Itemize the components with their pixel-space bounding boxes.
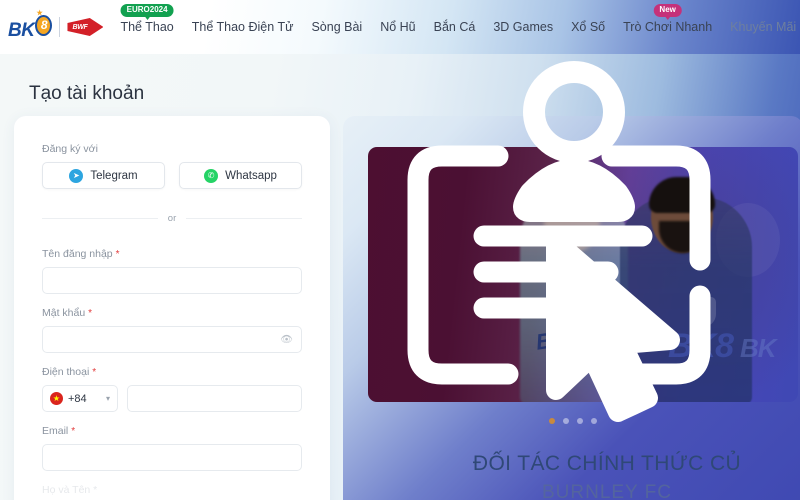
nav-item-no-hu[interactable]: Nổ Hũ <box>371 14 424 40</box>
or-separator: or <box>42 213 303 224</box>
registration-form-card: Đăng ký với ➤ Telegram ✆ Whatsapp or Tên… <box>14 116 330 500</box>
password-input[interactable]: 👁 <box>42 326 302 353</box>
carousel-dot-4[interactable] <box>591 418 597 424</box>
username-field-group: Tên đăng nhập * <box>42 248 302 294</box>
nav-item-xo-so[interactable]: Xổ Số <box>562 14 614 40</box>
carousel-dot-2[interactable] <box>563 418 569 424</box>
nav-item-tro-choi-nhanh[interactable]: New Trò Chơi Nhanh <box>614 4 721 40</box>
required-asterisk: * <box>93 484 98 496</box>
backdrop-brand-text-2: BK <box>740 333 777 363</box>
vietnam-flag-icon: ★ <box>50 392 63 405</box>
carousel-dot-3[interactable] <box>577 418 583 424</box>
promo-headline: ĐỐI TÁC CHÍNH THỨC CỦ <box>472 452 742 475</box>
whatsapp-signup-button[interactable]: ✆ Whatsapp <box>179 162 302 189</box>
club-crest-icon <box>690 297 716 327</box>
telegram-icon: ➤ <box>69 168 84 183</box>
promo-panel: BK8 BK8 BK ĐỐI TÁC CHÍNH THỨC CỦ BURNLEY… <box>343 116 800 500</box>
email-field-group: Email * <box>42 425 302 471</box>
phone-label: Điện thoại * <box>42 366 302 378</box>
username-input[interactable] <box>42 267 302 294</box>
backdrop-brand-text-1: BK8 <box>668 327 734 365</box>
bk8-logo-badge: 8 ★ <box>35 10 53 36</box>
chevron-down-icon: ▾ <box>105 394 110 403</box>
nav-items: EURO2024 Thể Thao Thể Thao Điện Tử Sòng … <box>111 4 800 40</box>
telegram-signup-button[interactable]: ➤ Telegram <box>42 162 165 189</box>
bk8-logo[interactable]: BK 8 ★ <box>8 10 53 41</box>
username-label-text: Tên đăng nhập <box>42 248 113 260</box>
email-label: Email * <box>42 425 302 437</box>
nav-item-the-thao-dien-tu[interactable]: Thể Thao Điện Tử <box>183 14 303 40</box>
eye-off-icon[interactable]: 👁 <box>280 334 293 345</box>
nav-label: Khuyến Mãi <box>730 20 797 34</box>
page-title: Tạo tài khoản <box>29 83 145 104</box>
crown-icon: ★ <box>36 9 43 17</box>
phone-number-input[interactable] <box>127 385 302 412</box>
phone-field-group: Điện thoại * ★ +84 ▾ <box>42 366 302 412</box>
badge-euro2024: EURO2024 <box>120 4 174 17</box>
app-root: BK 8 ★ BWF EURO2024 Thể Thao Thể Thao Điệ… <box>0 0 800 500</box>
nav-label: Nổ Hũ <box>380 20 416 34</box>
brand-zone: BK 8 ★ BWF <box>0 10 104 41</box>
nav-label: Sòng Bài <box>311 20 363 34</box>
fullname-label-text: Họ và Tên <box>42 484 91 496</box>
password-label-text: Mật khẩu <box>42 307 86 319</box>
promo-banner-image[interactable]: BK8 BK8 BK <box>368 147 798 402</box>
nav-label: Bắn Cá <box>433 20 476 34</box>
required-asterisk: * <box>71 426 76 437</box>
country-code-select[interactable]: ★ +84 ▾ <box>42 385 118 412</box>
nav-label: 3D Games <box>493 20 554 34</box>
carousel-dot-1[interactable] <box>549 418 555 424</box>
nav-item-ban-ca[interactable]: Bắn Cá <box>425 14 485 40</box>
nav-item-3d-games[interactable]: 3D Games <box>484 14 562 40</box>
bk8-logo-text: BK <box>8 19 35 41</box>
promo-subheadline: BURNLEY FC <box>541 482 672 500</box>
phone-label-text: Điện thoại <box>42 366 90 378</box>
nav-label: Thể Thao Điện Tử <box>191 20 294 34</box>
bwf-logo-text: BWF <box>72 23 88 31</box>
bwf-partner-logo[interactable]: BWF <box>67 17 104 37</box>
bwf-logo-shape: BWF <box>67 18 104 36</box>
nav-label: Thể Thao <box>120 20 174 34</box>
required-asterisk: * <box>88 308 93 319</box>
country-code-value: +84 <box>68 392 87 405</box>
social-signup-row: ➤ Telegram ✆ Whatsapp <box>42 162 302 189</box>
fullname-label: Họ và Tên * <box>42 484 302 496</box>
promo-text-block: ĐỐI TÁC CHÍNH THỨC CỦ BURNLEY FC <box>343 452 800 500</box>
required-asterisk: * <box>115 249 120 260</box>
or-label: or <box>167 213 177 224</box>
carousel-dots <box>343 418 800 424</box>
or-line-left <box>42 218 158 219</box>
phone-row: ★ +84 ▾ <box>42 385 302 412</box>
password-label: Mật khẩu * <box>42 307 302 319</box>
player-left-head <box>544 191 600 253</box>
nav-item-the-thao[interactable]: EURO2024 Thể Thao <box>111 4 182 40</box>
brand-divider <box>59 17 61 37</box>
player-right-hair <box>649 177 715 213</box>
username-label: Tên đăng nhập * <box>42 248 302 260</box>
badge-new: New <box>653 4 682 17</box>
fullname-field-group: Họ và Tên * <box>42 484 302 496</box>
nav-label: Trò Chơi Nhanh <box>623 20 713 34</box>
or-line-right <box>186 218 303 219</box>
top-navigation-bar: BK 8 ★ BWF EURO2024 Thể Thao Thể Thao Điệ… <box>0 0 800 54</box>
social-signup-label: Đăng ký với <box>42 143 98 155</box>
whatsapp-icon: ✆ <box>204 168 219 183</box>
telegram-label: Telegram <box>90 169 138 182</box>
nav-label: Xổ Số <box>571 20 606 34</box>
email-label-text: Email <box>42 425 69 437</box>
whatsapp-label: Whatsapp <box>225 169 277 182</box>
nav-item-song-bai[interactable]: Sòng Bài <box>302 14 371 40</box>
password-field-group: Mật khẩu * 👁 <box>42 307 302 353</box>
required-asterisk: * <box>92 367 97 378</box>
nav-item-khuyen-mai[interactable]: Khuyến Mãi <box>721 14 800 40</box>
email-input[interactable] <box>42 444 302 471</box>
